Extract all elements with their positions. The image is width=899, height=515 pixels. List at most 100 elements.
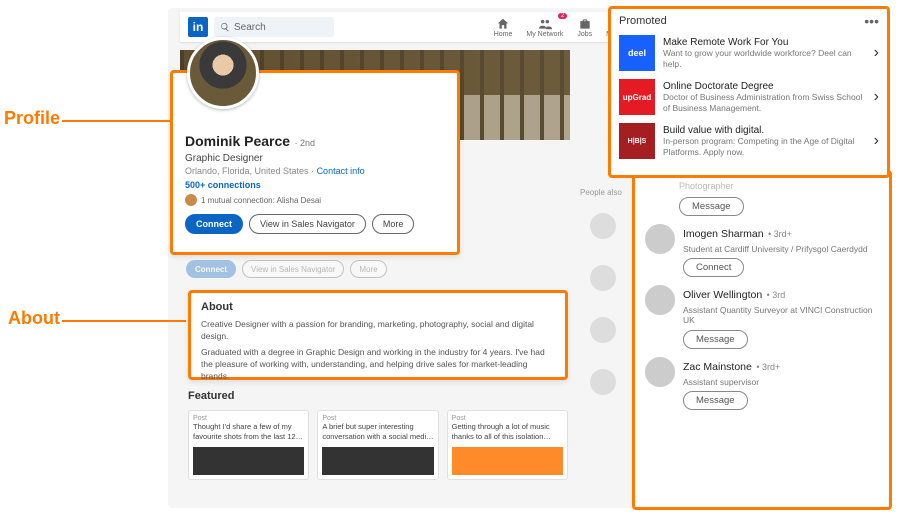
annotation-line <box>62 120 170 122</box>
post-label: Post <box>452 415 563 422</box>
profile-card: Dominik Pearce · 2nd Graphic Designer Or… <box>170 70 460 255</box>
person-name[interactable]: Imogen Sharman <box>683 228 764 240</box>
annotation-profile: Profile <box>4 108 60 129</box>
promoted-heading: Promoted <box>619 15 667 27</box>
mini-avatar <box>590 317 616 343</box>
promoted-item[interactable]: deel Make Remote Work For You Want to gr… <box>619 31 879 75</box>
promo-desc: Doctor of Business Administration from S… <box>663 92 866 112</box>
avatar[interactable] <box>187 37 259 109</box>
promoted-panel: Promoted ••• deel Make Remote Work For Y… <box>608 6 890 178</box>
mini-avatar <box>590 265 616 291</box>
contact-info-link[interactable]: Contact info <box>317 166 365 176</box>
more-options-icon[interactable]: ••• <box>864 17 879 25</box>
profile-location: Orlando, Florida, United States · Contac… <box>185 166 445 176</box>
mutual-avatar-icon <box>185 194 197 206</box>
bg-btn: Connect <box>186 260 236 278</box>
promo-desc: In-person program: Competing in the Age … <box>663 136 866 156</box>
connections-count[interactable]: 500+ connections <box>185 180 445 190</box>
nav-jobs[interactable]: Jobs <box>577 17 592 38</box>
linkedin-logo-icon[interactable]: in <box>188 17 208 37</box>
person-name[interactable]: Oliver Wellington <box>683 289 762 301</box>
post-text: A brief but super interesting conversati… <box>322 422 433 444</box>
top-nav: in Search Home 2 My Network Jobs Messagi… <box>180 12 648 42</box>
mini-avatar <box>590 369 616 395</box>
search-icon <box>220 22 230 32</box>
connect-button[interactable]: Connect <box>683 258 744 277</box>
nav-home[interactable]: Home <box>494 17 513 38</box>
nav-network[interactable]: 2 My Network <box>526 17 563 38</box>
promo-logo-icon: upGrad <box>619 79 655 115</box>
profile-degree: · 2nd <box>295 138 316 148</box>
people-icon <box>538 17 552 31</box>
person-avatar[interactable] <box>645 357 675 387</box>
featured-section: Featured Post Thought I'd share a few of… <box>188 390 568 480</box>
person-degree: • 3rd+ <box>756 362 780 372</box>
people-also-viewed-panel: Photographer Message Imogen Sharman • 3r… <box>632 170 892 510</box>
featured-heading: Featured <box>188 390 568 402</box>
annotation-about: About <box>8 308 60 329</box>
person-avatar[interactable] <box>645 285 675 315</box>
ghost-role: Photographer <box>679 181 879 191</box>
promo-logo-icon: H|B|S <box>619 123 655 159</box>
more-button[interactable]: More <box>372 214 415 234</box>
profile-name[interactable]: Dominik Pearce <box>185 133 290 149</box>
post-image <box>322 447 433 475</box>
location-text: Orlando, Florida, United States · <box>185 166 317 176</box>
search-placeholder: Search <box>234 22 266 33</box>
promoted-item[interactable]: H|B|S Build value with digital. In-perso… <box>619 119 879 163</box>
person-role: Assistant Quantity Surveyor at VINCI Con… <box>683 305 879 325</box>
featured-post[interactable]: Post Thought I'd share a few of my favou… <box>188 410 309 480</box>
person-avatar[interactable] <box>645 224 675 254</box>
person-row: Zac Mainstone • 3rd+ Assistant superviso… <box>645 357 879 410</box>
briefcase-icon <box>578 17 592 31</box>
about-heading: About <box>201 301 555 313</box>
chevron-right-icon: › <box>874 44 879 62</box>
message-button[interactable]: Message <box>683 330 748 349</box>
bg-btn: More <box>350 260 386 278</box>
person-degree: • 3rd <box>767 290 786 300</box>
person-row: Imogen Sharman • 3rd+ Student at Cardiff… <box>645 224 879 277</box>
bg-btn: View in Sales Navigator <box>242 260 344 278</box>
about-paragraph: Graduated with a degree in Graphic Desig… <box>201 347 555 383</box>
promoted-item[interactable]: upGrad Online Doctorate Degree Doctor of… <box>619 75 879 119</box>
post-text: Getting through a lot of music thanks to… <box>452 422 563 444</box>
message-button[interactable]: Message <box>679 197 744 216</box>
post-label: Post <box>193 415 304 422</box>
about-paragraph: Creative Designer with a passion for bra… <box>201 319 555 343</box>
chevron-right-icon: › <box>874 88 879 106</box>
post-image <box>452 447 563 475</box>
promo-title: Online Doctorate Degree <box>663 81 866 92</box>
promo-title: Build value with digital. <box>663 125 866 136</box>
sales-navigator-button[interactable]: View in Sales Navigator <box>249 214 366 234</box>
nav-label: My Network <box>526 31 563 38</box>
person-degree: • 3rd+ <box>768 229 792 239</box>
post-label: Post <box>322 415 433 422</box>
person-name[interactable]: Zac Mainstone <box>683 361 752 373</box>
promo-title: Make Remote Work For You <box>663 37 866 48</box>
promo-desc: Want to grow your worldwide workforce? D… <box>663 48 866 68</box>
mutual-text: 1 mutual connection: Alisha Desai <box>201 196 321 205</box>
featured-post[interactable]: Post Getting through a lot of music than… <box>447 410 568 480</box>
featured-post[interactable]: Post A brief but super interesting conve… <box>317 410 438 480</box>
home-icon <box>496 17 510 31</box>
chevron-right-icon: › <box>874 132 879 150</box>
promo-logo-icon: deel <box>619 35 655 71</box>
profile-title: Graphic Designer <box>185 153 445 164</box>
mutual-connections[interactable]: 1 mutual connection: Alisha Desai <box>185 194 445 206</box>
badge: 2 <box>558 13 567 19</box>
about-section: About Creative Designer with a passion f… <box>188 290 568 380</box>
annotation-line <box>62 320 186 322</box>
person-row: Oliver Wellington • 3rd Assistant Quanti… <box>645 285 879 348</box>
post-image <box>193 447 304 475</box>
post-text: Thought I'd share a few of my favourite … <box>193 422 304 444</box>
person-role: Assistant supervisor <box>683 377 879 387</box>
search-input[interactable]: Search <box>214 17 334 37</box>
people-also-bg: People also <box>580 188 640 421</box>
people-also-label: People also <box>580 188 640 197</box>
faded-buttons-bg: Connect View in Sales Navigator More <box>186 260 446 278</box>
connect-button[interactable]: Connect <box>185 214 243 234</box>
mini-avatar <box>590 213 616 239</box>
nav-label: Jobs <box>577 31 592 38</box>
message-button[interactable]: Message <box>683 391 748 410</box>
nav-label: Home <box>494 31 513 38</box>
